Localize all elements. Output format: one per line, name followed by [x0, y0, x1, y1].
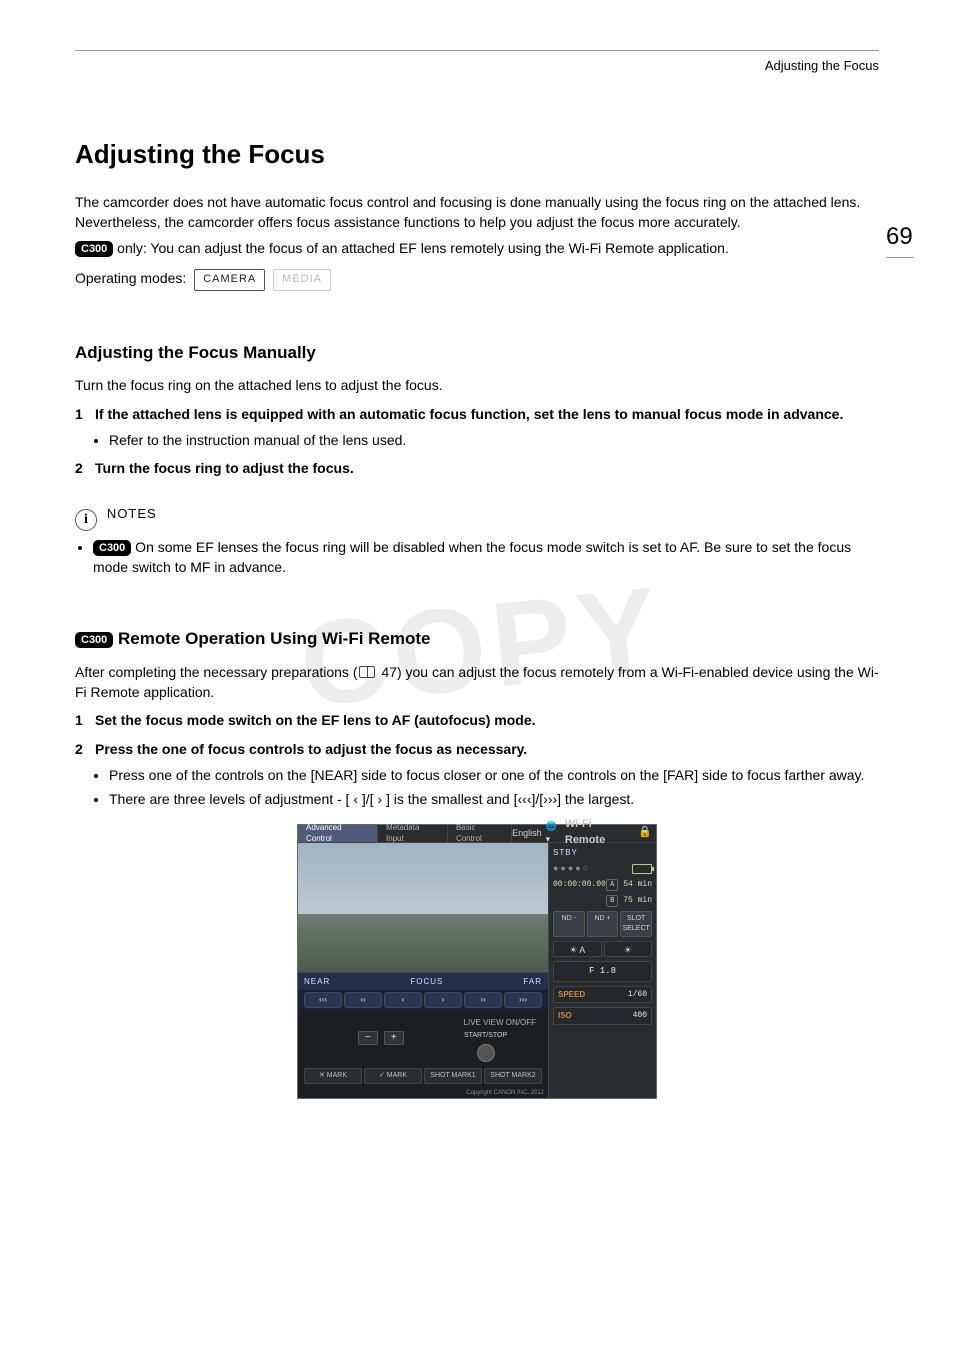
focus-far-3[interactable]: ››› [504, 992, 542, 1008]
minus-button[interactable]: − [358, 1031, 378, 1045]
nd-plus-button[interactable]: ND + [587, 911, 619, 937]
wb-cell-2[interactable]: ☀ [604, 941, 653, 957]
info-icon: i [75, 509, 97, 531]
start-stop-button[interactable] [477, 1044, 495, 1062]
wb-cell-1[interactable]: ☀ A [553, 941, 602, 957]
mark-x-button[interactable]: ✕ MARK [304, 1068, 362, 1084]
step-text: Press the one of focus controls to adjus… [95, 739, 527, 759]
manual-ref-icon [359, 666, 375, 678]
operating-modes-row: Operating modes: CAMERA MEDIA [75, 268, 879, 290]
notes-label: NOTES [107, 506, 157, 521]
slot-b-pill: B [606, 895, 618, 907]
slot-a-pill: A [606, 879, 618, 891]
step-sub: Press one of the controls on the [NEAR] … [109, 765, 879, 785]
focus-near-3[interactable]: ‹‹‹ [304, 992, 342, 1008]
section-remote-lead: After completing the necessary preparati… [75, 662, 879, 703]
wifi-tab-basic[interactable]: Basic Control [448, 825, 512, 842]
step-sub: There are three levels of adjustment - [… [109, 789, 879, 809]
section-heading-manual: Adjusting the Focus Manually [75, 341, 879, 366]
intro-paragraph-1: The camcorder does not have automatic fo… [75, 192, 879, 233]
step-text: Turn the focus ring to adjust the focus. [95, 458, 354, 478]
slot-b-time: 75 min [623, 896, 652, 905]
lock-icon: 🔒 [638, 825, 652, 841]
model-badge: C300 [93, 540, 131, 556]
near-label: NEAR [304, 976, 330, 988]
focus-far-2[interactable]: ›› [464, 992, 502, 1008]
speed-row[interactable]: SPEED 1/60 [553, 986, 652, 1004]
plus-button[interactable]: + [384, 1031, 404, 1045]
step-sub: Refer to the instruction manual of the l… [109, 430, 879, 450]
focus-near-2[interactable]: ‹‹ [344, 992, 382, 1008]
step-number: 1 [75, 710, 89, 730]
aperture-display[interactable]: F 1.8 [553, 961, 652, 982]
wifi-remote-screenshot: Advanced Control Metadata Input Basic Co… [297, 824, 657, 1100]
operating-modes-label: Operating modes: [75, 270, 186, 286]
section-manual-lead: Turn the focus ring on the attached lens… [75, 375, 879, 395]
wifi-copyright: Copyright CANON INC. 2012 [298, 1088, 548, 1099]
focus-far-1[interactable]: › [424, 992, 462, 1008]
shot-mark2-button[interactable]: SHOT MARK2 [484, 1068, 542, 1084]
shot-mark1-button[interactable]: SHOT MARK1 [424, 1068, 482, 1084]
step-text: Set the focus mode switch on the EF lens… [95, 710, 536, 730]
intro-paragraph-2: C300 only: You can adjust the focus of a… [75, 238, 879, 258]
live-preview [298, 843, 548, 973]
mode-chip-media: MEDIA [273, 269, 331, 291]
mode-chip-camera: CAMERA [194, 269, 265, 291]
step-number: 1 [75, 404, 89, 424]
page-title: Adjusting the Focus [75, 136, 879, 174]
wifi-tab-advanced[interactable]: Advanced Control [298, 825, 378, 842]
focus-near-1[interactable]: ‹ [384, 992, 422, 1008]
notes-block: i NOTES C300 On some EF lenses the focus… [75, 503, 879, 578]
section-heading-remote: C300 Remote Operation Using Wi-Fi Remote [75, 627, 879, 652]
step-number: 2 [75, 458, 89, 478]
focus-label: FOCUS [410, 976, 443, 988]
wifi-lang[interactable]: English [512, 827, 542, 840]
rec-dots: ●●●●○ [553, 862, 590, 875]
wifi-tab-metadata[interactable]: Metadata Input [378, 825, 448, 842]
nd-minus-button[interactable]: ND - [553, 911, 585, 937]
notes-item: C300 On some EF lenses the focus ring wi… [93, 537, 879, 578]
battery-icon [632, 864, 652, 874]
slot-select-button[interactable]: SLOT SELECT [620, 911, 652, 937]
model-badge: C300 [75, 241, 113, 257]
model-badge: C300 [75, 632, 113, 648]
far-label: FAR [523, 976, 542, 988]
start-stop-label: START/STOP [458, 1031, 514, 1041]
running-header: Adjusting the Focus [75, 57, 879, 76]
mark-check-button[interactable]: ✓ MARK [364, 1068, 422, 1084]
page-number: 69 [886, 220, 914, 258]
iso-row[interactable]: ISO 400 [553, 1007, 652, 1025]
slot-a-time: 54 min [623, 880, 652, 889]
live-view-toggle[interactable]: LIVE VIEW ON/OFF [458, 1014, 542, 1032]
step-number: 2 [75, 739, 89, 759]
step-text: If the attached lens is equipped with an… [95, 404, 843, 424]
stby-label: STBY [553, 847, 652, 859]
timecode: 00:00:00.00 [553, 879, 606, 891]
